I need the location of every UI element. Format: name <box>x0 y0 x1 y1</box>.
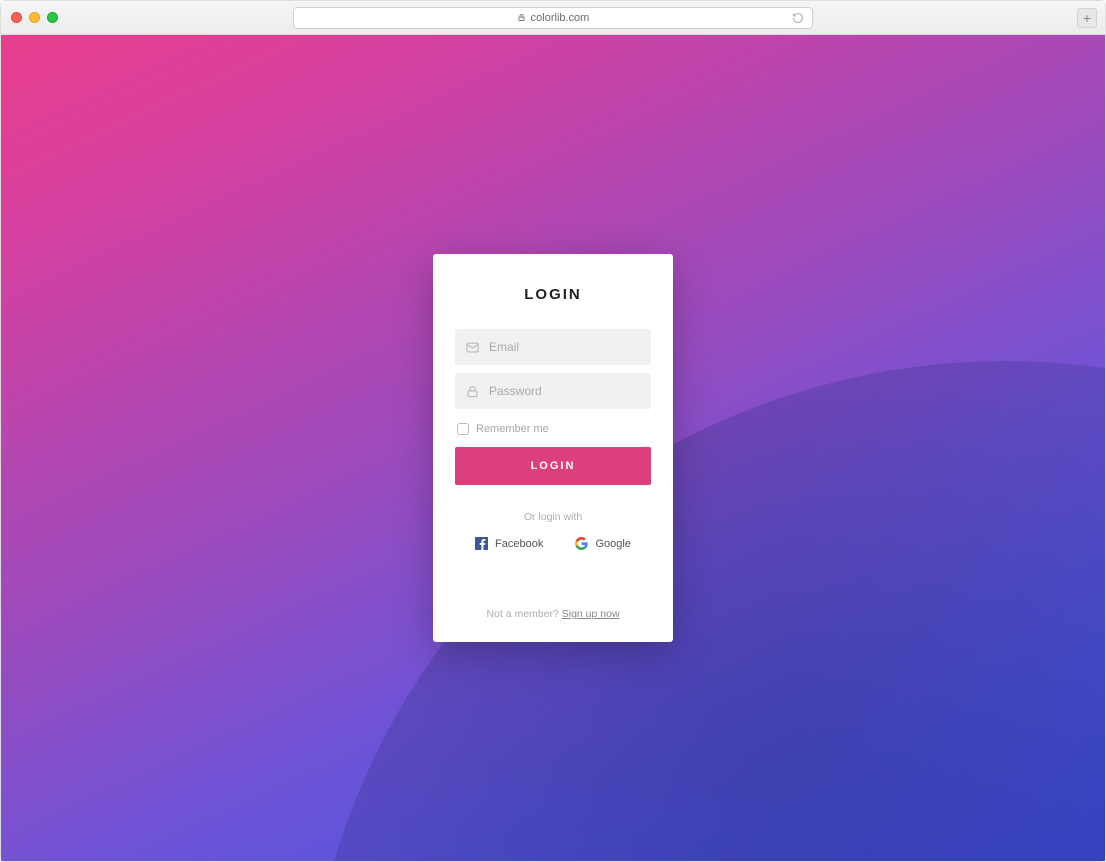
browser-window: colorlib.com + LOGIN <box>0 0 1106 862</box>
page-content: LOGIN Remember me LOGIN Or login with <box>1 35 1105 861</box>
close-window-button[interactable] <box>11 12 22 23</box>
minimize-window-button[interactable] <box>29 12 40 23</box>
url-text: colorlib.com <box>531 12 590 24</box>
remember-me-row[interactable]: Remember me <box>457 423 651 435</box>
facebook-label: Facebook <box>495 538 543 550</box>
browser-toolbar: colorlib.com + <box>1 1 1105 35</box>
address-bar[interactable]: colorlib.com <box>293 7 813 29</box>
google-label: Google <box>595 538 630 550</box>
background-decoration <box>305 361 1105 861</box>
password-input[interactable] <box>489 384 641 398</box>
social-login-row: Facebook Google <box>455 537 651 550</box>
remember-label: Remember me <box>476 423 549 435</box>
window-controls <box>11 12 58 23</box>
maximize-window-button[interactable] <box>47 12 58 23</box>
email-icon <box>465 340 480 355</box>
email-input[interactable] <box>489 340 641 354</box>
or-divider-text: Or login with <box>455 511 651 523</box>
signup-link[interactable]: Sign up now <box>562 608 620 620</box>
signup-prompt: Not a member? <box>486 608 561 620</box>
email-field-wrapper <box>455 329 651 365</box>
facebook-icon <box>475 537 488 550</box>
lock-icon <box>465 384 480 399</box>
remember-checkbox[interactable] <box>457 423 469 435</box>
login-button[interactable]: LOGIN <box>455 447 651 485</box>
google-icon <box>575 537 588 550</box>
google-login-button[interactable]: Google <box>575 537 630 550</box>
new-tab-button[interactable]: + <box>1077 8 1097 28</box>
card-title: LOGIN <box>455 286 651 303</box>
login-card: LOGIN Remember me LOGIN Or login with <box>433 254 673 642</box>
signup-row: Not a member? Sign up now <box>455 608 651 620</box>
reload-icon[interactable] <box>792 12 804 24</box>
facebook-login-button[interactable]: Facebook <box>475 537 543 550</box>
password-field-wrapper <box>455 373 651 409</box>
lock-icon <box>517 13 526 22</box>
